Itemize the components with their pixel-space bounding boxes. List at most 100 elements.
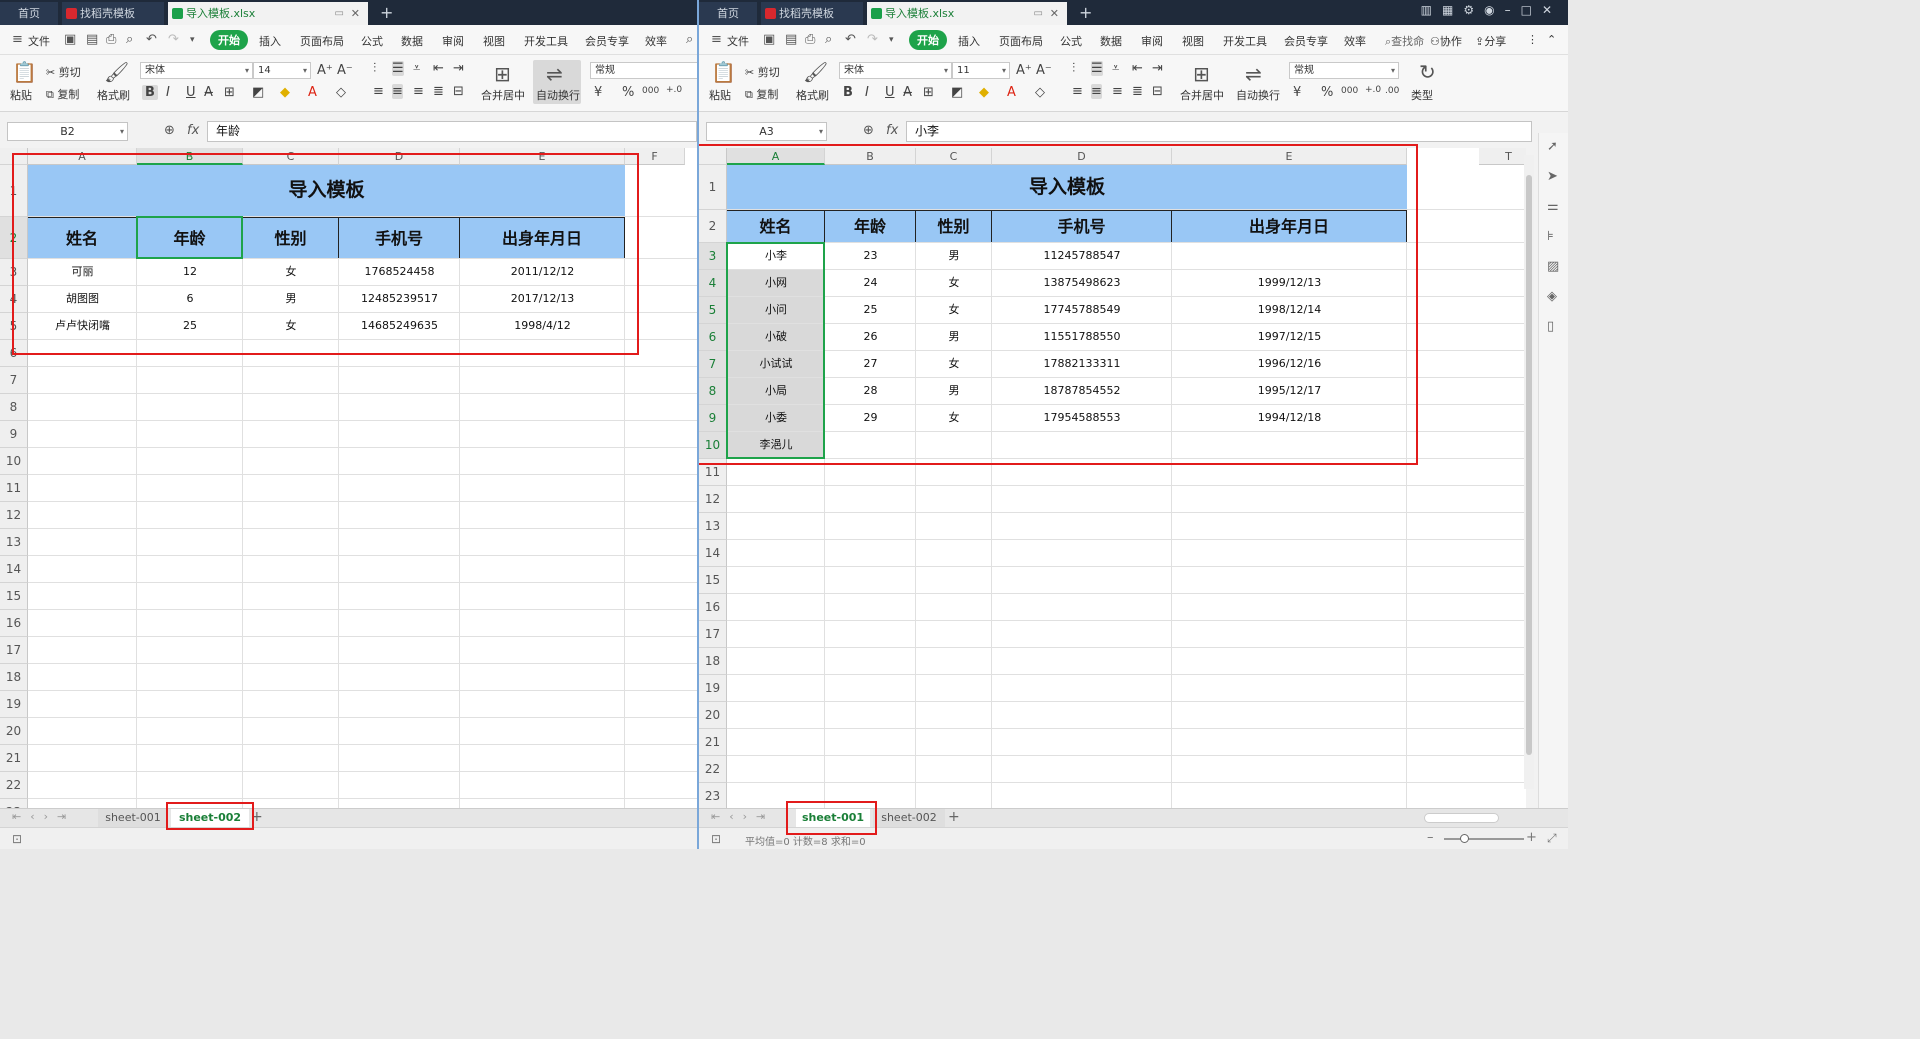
increase-font-icon[interactable]: A⁺ <box>1016 63 1032 78</box>
location-icon[interactable]: ◈ <box>1547 289 1557 304</box>
data-cell[interactable]: 男 <box>916 378 992 404</box>
zoom-out-icon[interactable]: – <box>1427 830 1434 845</box>
data-cell[interactable]: 2011/12/12 <box>460 259 625 285</box>
new-tab-button[interactable]: + <box>1079 2 1092 23</box>
align-left-icon[interactable]: ≡ <box>1072 84 1083 99</box>
menu-efficiency[interactable]: 效率 <box>1344 33 1366 49</box>
column-header-cell[interactable]: 姓名 <box>28 217 137 258</box>
align-center-icon[interactable]: ≡ <box>1091 84 1102 99</box>
data-cell[interactable]: 男 <box>916 324 992 350</box>
data-cell[interactable]: 1996/12/16 <box>1172 351 1407 377</box>
macro-icon[interactable]: ⊡ <box>12 832 22 846</box>
fx-icon[interactable]: fx <box>187 123 199 138</box>
row-number-4[interactable]: 4 <box>0 286 28 313</box>
fx-icon[interactable]: fx <box>886 123 898 138</box>
row-number-20[interactable]: 20 <box>699 702 727 729</box>
row-number-9[interactable]: 9 <box>0 421 28 448</box>
layout-icon[interactable]: ▥ <box>1421 3 1442 17</box>
row-number-3[interactable]: 3 <box>699 243 727 270</box>
italic-icon[interactable]: I <box>865 85 869 100</box>
data-cell[interactable]: 11551788550 <box>992 324 1172 350</box>
data-cell[interactable]: 14685249635 <box>339 313 460 339</box>
currency-icon[interactable]: ¥ <box>594 85 602 100</box>
data-cell[interactable] <box>825 432 916 458</box>
strikethrough-icon[interactable]: A̶ <box>903 85 912 100</box>
menu-formula[interactable]: 公式 <box>1060 33 1082 49</box>
sheet-nav-icon[interactable]: ⇤‹›⇥ <box>711 810 774 823</box>
column-header-cell[interactable]: 性别 <box>243 217 339 258</box>
data-cell[interactable]: 17882133311 <box>992 351 1172 377</box>
minimize-icon[interactable]: – <box>1505 3 1521 17</box>
row-number-1[interactable]: 1 <box>699 165 727 210</box>
column-letter-T[interactable]: T <box>1479 148 1526 165</box>
row-number-11[interactable]: 11 <box>699 459 727 486</box>
fill-color-icon[interactable]: ◆ <box>979 85 989 100</box>
column-letter-A[interactable]: A <box>28 148 137 165</box>
data-cell[interactable]: 12485239517 <box>339 286 460 312</box>
zoom-icon[interactable]: ⊕ <box>863 123 874 138</box>
currency-icon[interactable]: ¥ <box>1293 85 1301 100</box>
row-number-12[interactable]: 12 <box>0 502 28 529</box>
paste-button[interactable]: 粘贴 <box>709 87 731 103</box>
menu-layout[interactable]: 页面布局 <box>999 33 1043 49</box>
data-cell[interactable]: 27 <box>825 351 916 377</box>
row-number-17[interactable]: 17 <box>699 621 727 648</box>
tab-templates[interactable]: 找稻壳模板 <box>62 2 164 25</box>
decrease-font-icon[interactable]: A⁻ <box>1036 63 1052 78</box>
cell-style-icon[interactable]: ◩ <box>951 85 963 100</box>
filter-icon[interactable]: ⊧ <box>1547 229 1554 244</box>
save-icon[interactable]: ▣ <box>763 32 775 47</box>
align-right-icon[interactable]: ≡ <box>413 84 424 99</box>
border-icon[interactable]: ⊞ <box>224 85 235 100</box>
menu-member[interactable]: 会员专享 <box>585 33 629 49</box>
more-chevron-icon[interactable]: ▾ <box>190 35 195 45</box>
more-icon[interactable]: ⋮ <box>1527 33 1538 46</box>
number-format-select[interactable]: 常规 <box>590 62 697 79</box>
tab-home[interactable]: 首页 <box>699 2 757 25</box>
indent-right-icon[interactable]: ⇥ <box>453 61 464 76</box>
redo-icon[interactable]: ↷ <box>867 32 878 47</box>
data-cell[interactable]: 23 <box>825 243 916 269</box>
data-cell[interactable]: 1768524458 <box>339 259 460 285</box>
data-cell[interactable]: 12 <box>137 259 243 285</box>
decimal-icon[interactable]: +.0 <box>1365 85 1381 95</box>
data-cell[interactable]: 女 <box>916 270 992 296</box>
tab-file[interactable]: 导入模板.xlsx ▭ ✕ <box>867 2 1067 25</box>
column-header-cell[interactable]: 性别 <box>916 210 992 242</box>
coop-button[interactable]: ⚇协作 <box>1430 33 1462 49</box>
justify-icon[interactable]: ≣ <box>433 84 444 99</box>
row-number-17[interactable]: 17 <box>0 637 28 664</box>
search-box[interactable]: ⌕查找命 <box>1385 33 1424 49</box>
menu-data[interactable]: 数据 <box>401 33 423 49</box>
sheet-nav-icon[interactable]: ⇤‹›⇥ <box>12 810 75 823</box>
data-cell[interactable]: 6 <box>137 286 243 312</box>
column-header-cell[interactable]: 出身年月日 <box>1172 210 1407 242</box>
align-middle-icon[interactable]: ☰ <box>1091 61 1103 76</box>
print-icon[interactable]: ⎙ <box>805 32 815 47</box>
data-cell[interactable]: 1997/12/15 <box>1172 324 1407 350</box>
thousands-icon[interactable]: 000 <box>1341 86 1358 96</box>
sheet-tab-001[interactable]: sheet-001 <box>98 809 168 827</box>
sheet-tab-002[interactable]: sheet-002 <box>873 809 945 827</box>
macro-icon[interactable]: ⊡ <box>711 832 721 846</box>
underline-icon[interactable]: U <box>186 85 196 100</box>
row-number-10[interactable]: 10 <box>699 432 727 459</box>
indent-right-icon[interactable]: ⇥ <box>1152 61 1163 76</box>
column-letter-D[interactable]: D <box>339 148 460 165</box>
spreadsheet-grid[interactable]: 导入模板 姓名 年龄 性别 手机号 出身年月日 可丽 12 女 1768524458 2011/12… <box>0 148 697 808</box>
data-cell[interactable]: 1995/12/17 <box>1172 378 1407 404</box>
paste-button[interactable]: 粘贴 <box>10 87 32 103</box>
format-brush-button[interactable]: 格式刷 <box>97 87 130 103</box>
row-number-23[interactable]: 23 <box>0 799 28 808</box>
tab-templates[interactable]: 找稻壳模板 <box>761 2 863 25</box>
row-number-20[interactable]: 20 <box>0 718 28 745</box>
row-number-23[interactable]: 23 <box>699 783 727 808</box>
number-format-select[interactable]: 常规 ▾ <box>1289 62 1399 79</box>
book-icon[interactable]: ▯ <box>1547 319 1554 334</box>
wrap-icon[interactable]: ⇌ <box>1245 62 1262 86</box>
row-number-2[interactable]: 2 <box>699 210 727 243</box>
row-number-21[interactable]: 21 <box>699 729 727 756</box>
cut-button[interactable]: ✂ 剪切 <box>46 64 81 80</box>
zoom-slider-thumb[interactable] <box>1460 834 1469 843</box>
chart-icon[interactable]: ▨ <box>1547 259 1559 274</box>
